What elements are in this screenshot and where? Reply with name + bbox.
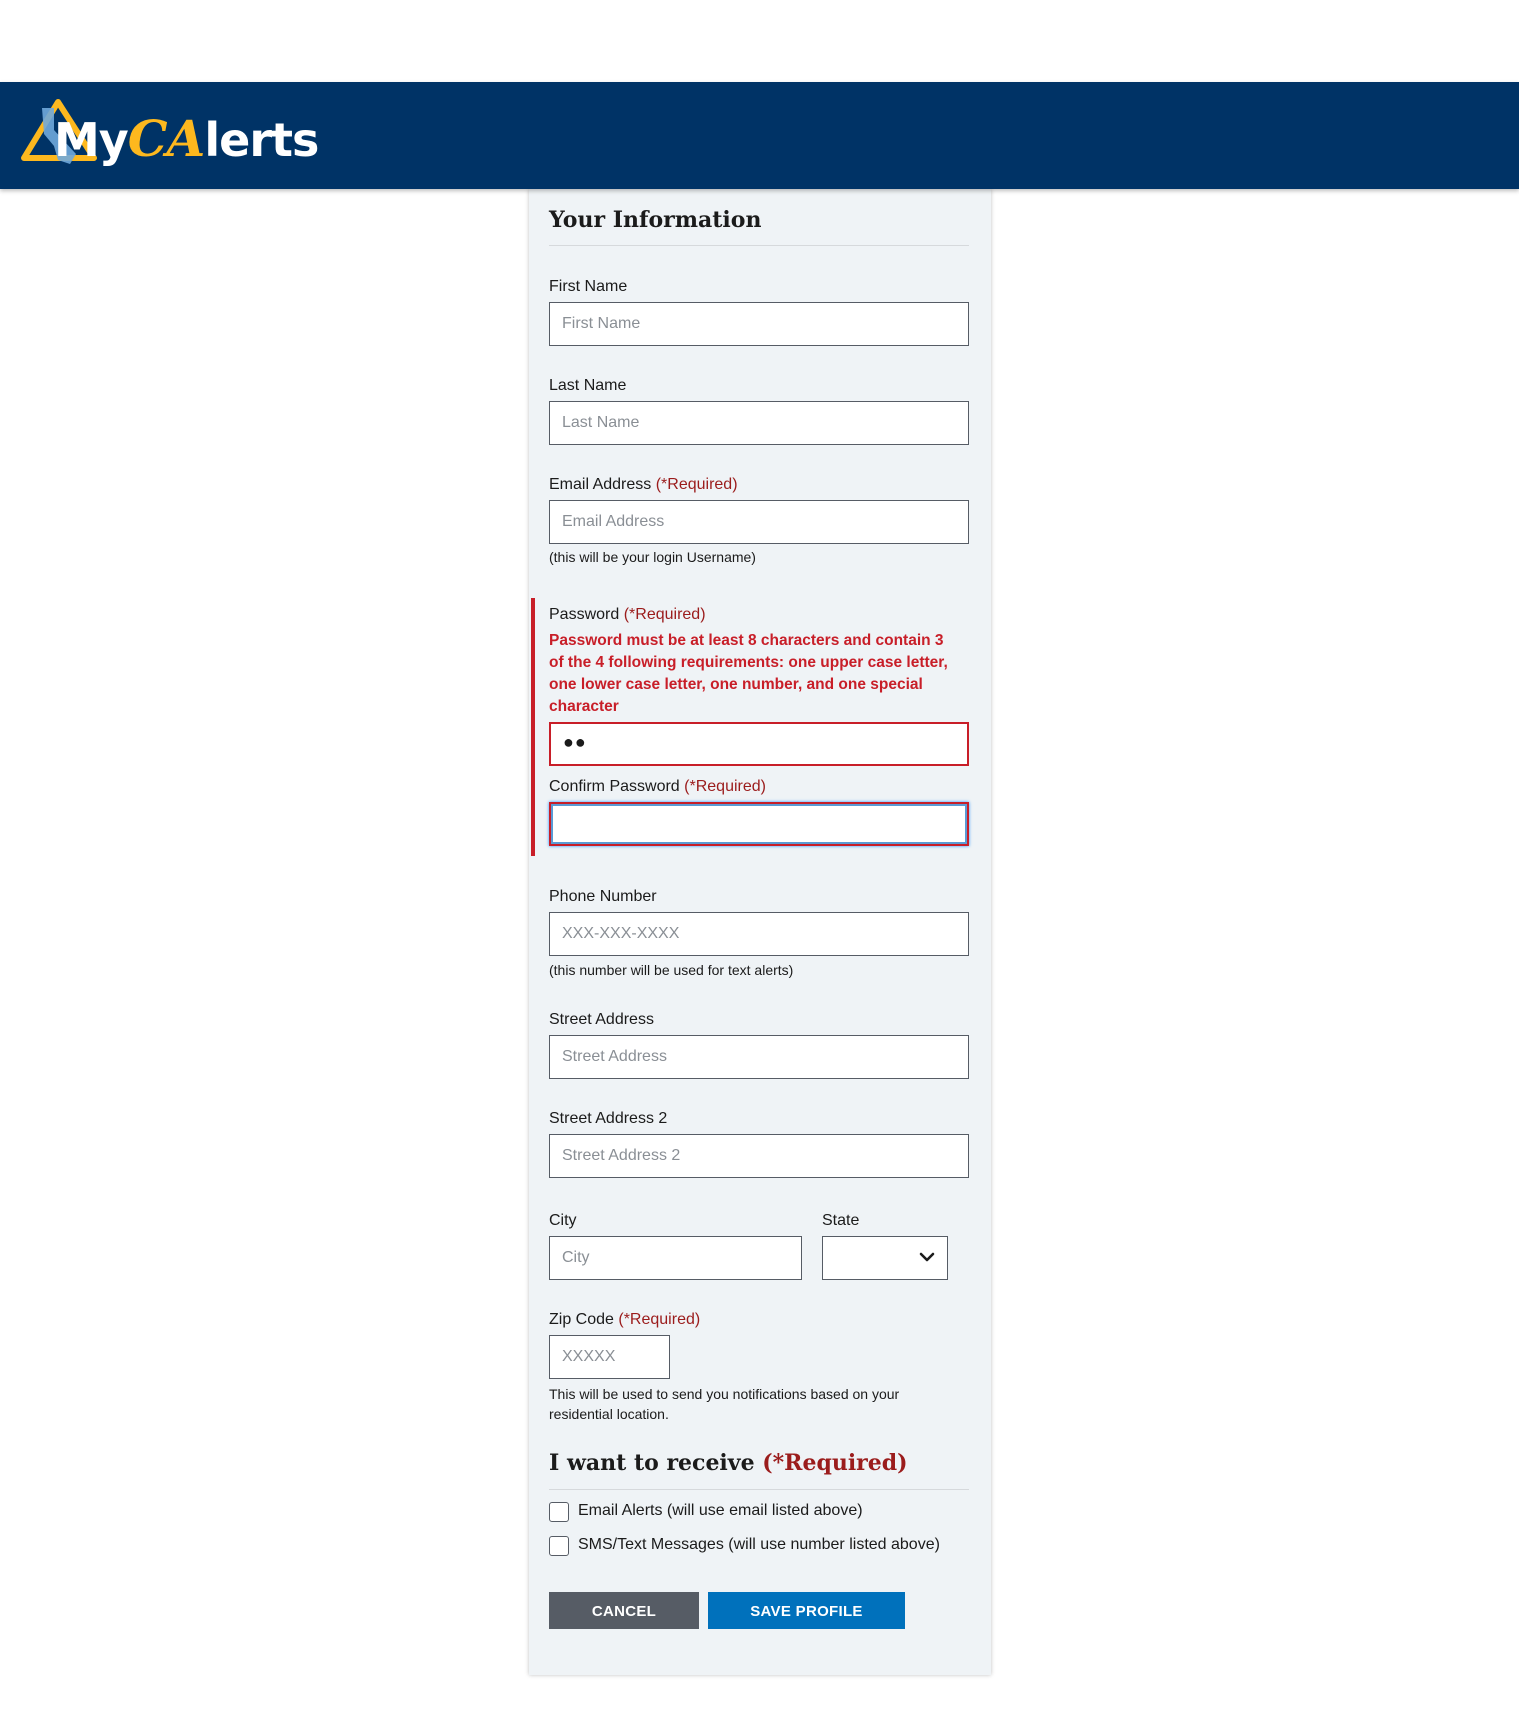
confirm-password-required: (*Required) [684,778,766,795]
receive-title-text: I want to receive [549,1450,755,1476]
section-divider-receive [549,1489,969,1490]
mycalerts-logo[interactable]: MyCAlerts [14,94,319,178]
password-error-indicator [531,598,535,856]
email-hint: (this will be your login Username) [549,549,756,565]
zip-input[interactable] [549,1335,670,1379]
last-name-input[interactable] [549,401,969,445]
zip-required: (*Required) [618,1311,701,1328]
email-required: (*Required) [655,476,738,493]
save-profile-button[interactable]: SAVE PROFILE [708,1592,905,1629]
sms-alerts-checkbox[interactable] [549,1536,569,1556]
street-address-label: Street Address [549,1011,654,1028]
password-error-message: Password must be at least 8 characters a… [549,632,948,715]
city-label: City [549,1212,577,1229]
password-input[interactable] [549,722,969,766]
zip-label: Zip Code (*Required) [549,1311,700,1329]
cancel-button[interactable]: CANCEL [549,1592,699,1629]
top-space [0,0,1519,82]
logo-wordmark: MyCAlerts [54,109,319,168]
section-divider [549,245,969,246]
email-label: Email Address (*Required) [549,476,738,494]
street-address-2-label: Street Address 2 [549,1110,668,1127]
email-label-text: Email Address [549,476,652,493]
site-header: MyCAlerts [0,82,1519,189]
first-name-input[interactable] [549,302,969,346]
confirm-password-label: Confirm Password (*Required) [549,778,766,796]
city-input[interactable] [549,1236,802,1280]
password-label-text: Password [549,606,620,623]
section-title-receive: I want to receive (*Required) [549,1450,908,1476]
zip-hint: This will be used to send you notificati… [549,1386,900,1422]
password-label: Password (*Required) [549,606,706,624]
street-address-2-input[interactable] [549,1134,969,1178]
section-title-your-information: Your Information [549,207,762,233]
sms-alerts-label[interactable]: SMS/Text Messages (will use number liste… [578,1536,940,1554]
email-input[interactable] [549,500,969,544]
password-masked-value: ●● [563,732,587,752]
confirm-password-input[interactable] [549,802,969,846]
zip-label-text: Zip Code [549,1311,614,1328]
email-alerts-checkbox[interactable] [549,1502,569,1522]
password-required: (*Required) [623,606,706,623]
email-alerts-label[interactable]: Email Alerts (will use email listed abov… [578,1502,863,1520]
state-select[interactable] [822,1236,948,1280]
phone-input[interactable] [549,912,969,956]
phone-hint: (this number will be used for text alert… [549,962,794,978]
first-name-label: First Name [549,278,628,295]
state-label: State [822,1212,860,1229]
chevron-down-icon [919,1252,935,1262]
last-name-label: Last Name [549,377,627,394]
profile-form: Your Information First Name Last Name Em… [529,189,991,1675]
phone-label: Phone Number [549,888,657,905]
receive-required: (*Required) [762,1450,908,1476]
street-address-input[interactable] [549,1035,969,1079]
confirm-password-label-text: Confirm Password [549,778,680,795]
